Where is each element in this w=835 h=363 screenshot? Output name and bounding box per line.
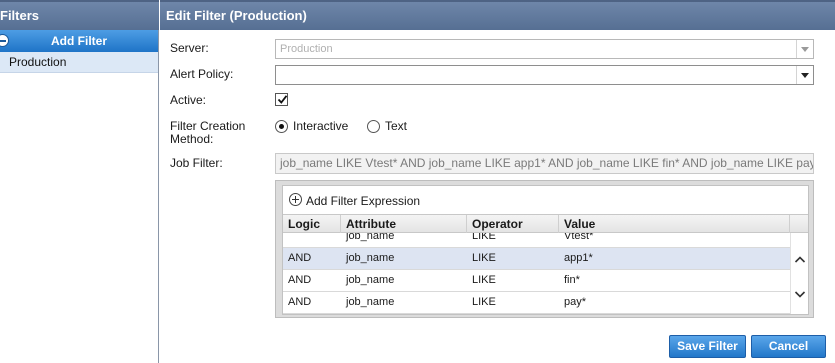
alert-policy-label: Alert Policy:	[170, 67, 234, 81]
active-checkbox[interactable]	[275, 93, 288, 106]
active-label: Active:	[170, 93, 207, 107]
server-select[interactable]: Production	[275, 39, 814, 59]
text-radio[interactable]	[367, 120, 380, 133]
add-filter-label: Add Filter	[51, 34, 107, 48]
table-row[interactable]: AND job_name LIKE fin*	[283, 270, 790, 292]
filter-expression-grid: Add Filter Expression Logic Attribute Op…	[282, 185, 809, 315]
cell-operator: LIKE	[472, 296, 496, 308]
cell-attribute: job_name	[346, 296, 395, 308]
cell-operator: LIKE	[472, 274, 496, 286]
filter-creation-label-line2: Method:	[170, 132, 214, 146]
grid-header: Logic Attribute Operator Value	[283, 214, 808, 233]
filters-panel: Filters Add Filter Production	[0, 0, 159, 363]
table-row[interactable]: job_name LIKE Vtest*	[283, 233, 790, 248]
chevron-down-icon[interactable]	[794, 288, 806, 300]
plus-icon[interactable]	[289, 193, 302, 206]
add-filter-expression-button[interactable]: Add Filter Expression	[283, 186, 808, 214]
checkmark-icon	[277, 95, 288, 104]
filter-expression-panel: Add Filter Expression Logic Attribute Op…	[275, 180, 814, 318]
server-value: Production	[280, 43, 333, 55]
job-filter-field[interactable]: job_name LIKE Vtest* AND job_name LIKE a…	[275, 153, 814, 174]
chevron-up-icon[interactable]	[794, 254, 806, 266]
interactive-radio[interactable]	[275, 120, 288, 133]
column-header-logic[interactable]: Logic	[283, 215, 341, 233]
cell-operator: LIKE	[472, 252, 496, 264]
server-label: Server:	[170, 41, 209, 55]
grid-body: job_name LIKE Vtest* AND job_name LIKE a…	[283, 233, 790, 314]
cell-attribute: job_name	[346, 233, 395, 242]
alert-policy-select[interactable]	[275, 65, 814, 85]
chevron-down-icon[interactable]	[796, 66, 813, 84]
cancel-button[interactable]: Cancel	[751, 335, 826, 358]
table-row[interactable]: AND job_name LIKE app1*	[283, 248, 790, 270]
job-filter-label: Job Filter:	[170, 156, 223, 170]
table-row[interactable]: AND job_name LIKE pay*	[283, 292, 790, 314]
cell-logic: AND	[288, 274, 312, 286]
column-header-value[interactable]: Value	[559, 215, 790, 233]
edit-filter-title: Edit Filter (Production)	[160, 0, 835, 30]
add-filter-expression-label: Add Filter Expression	[306, 194, 421, 208]
cell-value: pay*	[564, 296, 587, 308]
collapse-icon[interactable]	[0, 34, 9, 47]
filters-panel-title: Filters	[0, 0, 159, 30]
column-header-attribute[interactable]: Attribute	[341, 215, 467, 233]
add-filter-button[interactable]: Add Filter	[0, 30, 158, 52]
filter-list-item-production[interactable]: Production	[0, 52, 158, 73]
cell-value: Vtest*	[564, 233, 594, 242]
chevron-down-icon[interactable]	[796, 40, 813, 58]
cell-logic: AND	[288, 252, 312, 264]
column-header-operator[interactable]: Operator	[467, 215, 559, 233]
filter-creation-label: Filter Creation Method:	[170, 120, 245, 146]
cell-value: app1*	[564, 252, 593, 264]
cell-logic	[283, 233, 288, 247]
cell-attribute: job_name	[346, 252, 395, 264]
cell-logic: AND	[288, 296, 312, 308]
cell-operator: LIKE	[472, 233, 496, 242]
cell-attribute: job_name	[346, 274, 395, 286]
interactive-radio-label[interactable]: Interactive	[293, 120, 348, 133]
text-radio-label[interactable]: Text	[385, 120, 407, 133]
grid-scrollbar[interactable]	[790, 233, 808, 314]
save-filter-button[interactable]: Save Filter	[669, 335, 746, 358]
cell-value: fin*	[564, 274, 580, 286]
